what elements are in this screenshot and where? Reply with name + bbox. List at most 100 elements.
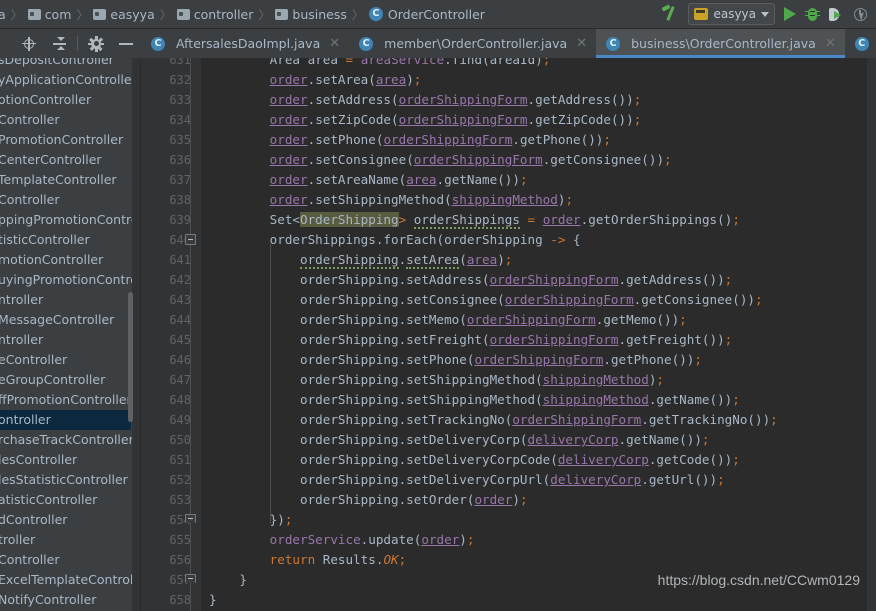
tree-item[interactable]: troller (0, 530, 37, 550)
tree-item-selected[interactable]: ontroller (0, 410, 131, 430)
tree-item-label: CenterController (0, 152, 102, 167)
tree-item-label: Controller (0, 552, 60, 567)
tree-item[interactable]: sDepositController (0, 58, 116, 70)
line-number: 651 (169, 453, 191, 467)
debug-icon[interactable] (805, 7, 820, 22)
tree-item[interactable]: lesStatisticController (0, 470, 130, 490)
tree-item-label: Controller (0, 192, 60, 207)
tree-item[interactable]: yApplicationController (0, 70, 139, 90)
line-number: 653 (169, 493, 191, 507)
close-icon[interactable]: ✕ (329, 36, 340, 51)
breadcrumb-label: business (292, 6, 347, 22)
build-hammer-icon[interactable] (661, 5, 679, 23)
code-line: Area area = areaService.find(areaId); (269, 58, 551, 67)
idea-window: a 〉 com 〉 easyya 〉 controller 〉 business (0, 0, 876, 611)
close-icon[interactable]: ✕ (825, 36, 836, 51)
folder-icon (275, 8, 289, 20)
breadcrumb-item-1[interactable]: com (27, 6, 72, 22)
folder-icon (93, 8, 107, 20)
code-fold-toggle[interactable] (185, 514, 196, 523)
profiler-icon[interactable] (853, 7, 868, 22)
tree-item[interactable]: rchaseTrackController (0, 430, 136, 450)
breadcrumb-item-2[interactable]: easyya (93, 7, 155, 22)
tab-bar: C AftersalesDaoImpl.java ✕ C member\Orde… (0, 29, 876, 58)
tree-item[interactable]: PromotionController (0, 130, 125, 150)
tree-item[interactable]: tisticController (0, 230, 92, 250)
code-line: order.setConsignee(orderShippingForm.get… (269, 152, 672, 167)
run-icon[interactable] (784, 7, 796, 21)
tab-aftersalesdaoimpl[interactable]: C AftersalesDaoImpl.java ✕ (141, 29, 350, 58)
tab-label: business\OrderController.java (631, 36, 816, 51)
tree-item-label: yApplicationController (0, 72, 137, 87)
tree-item[interactable]: otionController (0, 90, 93, 110)
code-line: order.setPhone(orderShippingForm.getPhon… (269, 132, 611, 147)
tree-item[interactable]: uyingPromotionContro (0, 270, 140, 290)
breadcrumb-label: OrderController (387, 6, 485, 22)
run-configuration-selector[interactable]: easyya (688, 3, 775, 25)
tree-item-label: otionController (0, 92, 92, 107)
tree-item[interactable]: CenterController (0, 150, 104, 170)
tree-item-label: PromotionController (0, 132, 124, 147)
breadcrumb-separator: 〉 (258, 7, 271, 22)
tree-item[interactable]: ntroller (0, 330, 45, 350)
tab-label: member\OrderController.java (384, 36, 568, 51)
tree-item-label: troller (0, 532, 36, 547)
project-tree-panel[interactable]: sDepositController yApplicationController… (0, 58, 141, 611)
breadcrumb-item-3[interactable]: controller (176, 6, 254, 22)
close-icon[interactable]: ✕ (576, 36, 587, 51)
run-configuration-icon (694, 8, 709, 20)
tree-item[interactable]: ppingPromotionContro (0, 210, 141, 230)
tree-item[interactable]: TemplateController (0, 170, 119, 190)
tree-item-label: atisticController (0, 492, 98, 507)
tree-item[interactable]: MessageController (0, 310, 116, 330)
select-opened-file-icon[interactable] (14, 30, 44, 58)
tree-item[interactable]: NotifyController (0, 590, 98, 610)
folder-icon (176, 8, 190, 20)
sidebar-vertical-scrollbar[interactable] (128, 292, 133, 422)
code-line: order.setAreaName(area.getName()); (269, 172, 528, 187)
tree-item[interactable]: ExcelTemplateControll (0, 570, 139, 590)
tab-aftersales[interactable]: C Aftersales.java (844, 29, 876, 58)
breadcrumb-label: controller (193, 6, 254, 22)
tab-member-ordercontroller[interactable]: C member\OrderController.java ✕ (349, 29, 597, 58)
tree-item[interactable]: eController (0, 350, 69, 370)
line-number: 655 (169, 533, 191, 547)
tree-item-label: motionController (0, 252, 104, 267)
editor-gutter[interactable]: 631 632 633 634 635 636 637 638 639 640 641 642 643 6… (141, 58, 201, 611)
gear-icon[interactable] (81, 30, 111, 58)
tree-item[interactable]: motionController (0, 250, 105, 270)
code-line: orderShipping.setOrder(order); (300, 492, 528, 507)
collapse-all-icon[interactable] (44, 30, 74, 58)
tree-item[interactable]: ffPromotionController (0, 390, 134, 410)
tree-item[interactable]: dController (0, 510, 69, 530)
code-fold-toggle[interactable] (185, 234, 196, 245)
tree-item[interactable]: ntroller (0, 290, 45, 310)
breadcrumb-item-4[interactable]: business (275, 6, 347, 22)
code-content[interactable]: Area area = areaService.find(areaId); or… (201, 58, 876, 611)
tree-item-label: lesController (0, 452, 78, 467)
line-number: 635 (169, 133, 191, 147)
tab-business-ordercontroller[interactable]: C business\OrderController.java ✕ (596, 29, 845, 58)
code-line: orderService.update(order); (269, 532, 475, 547)
editor-area[interactable]: 631 632 633 634 635 636 637 638 639 640 641 642 643 6… (141, 58, 876, 611)
tree-item[interactable]: lesController (0, 450, 79, 470)
breadcrumb-item-5[interactable]: C OrderController (368, 6, 485, 22)
editor-vertical-scrollbar[interactable] (867, 58, 876, 611)
tree-item-label: ExcelTemplateControll (0, 572, 137, 587)
code-fold-toggle[interactable] (185, 574, 196, 583)
breadcrumb-label: com (44, 6, 72, 22)
breadcrumb-item-0[interactable]: a (0, 7, 6, 22)
line-number: 648 (169, 393, 191, 407)
breadcrumb-separator: 〉 (351, 7, 364, 22)
tree-item[interactable]: Controller (0, 190, 62, 210)
tree-item[interactable]: atisticController (0, 490, 99, 510)
tree-item[interactable]: Controller (0, 110, 62, 130)
hide-panel-icon[interactable] (111, 30, 141, 58)
tree-item[interactable]: Controller (0, 550, 62, 570)
tree-item[interactable]: eGroupController (0, 370, 107, 390)
line-number: 647 (169, 373, 191, 387)
run-with-coverage-icon[interactable] (829, 7, 844, 22)
toolbar-divider (77, 36, 78, 51)
line-number: 645 (169, 333, 191, 347)
breadcrumb-label: a (0, 6, 6, 22)
